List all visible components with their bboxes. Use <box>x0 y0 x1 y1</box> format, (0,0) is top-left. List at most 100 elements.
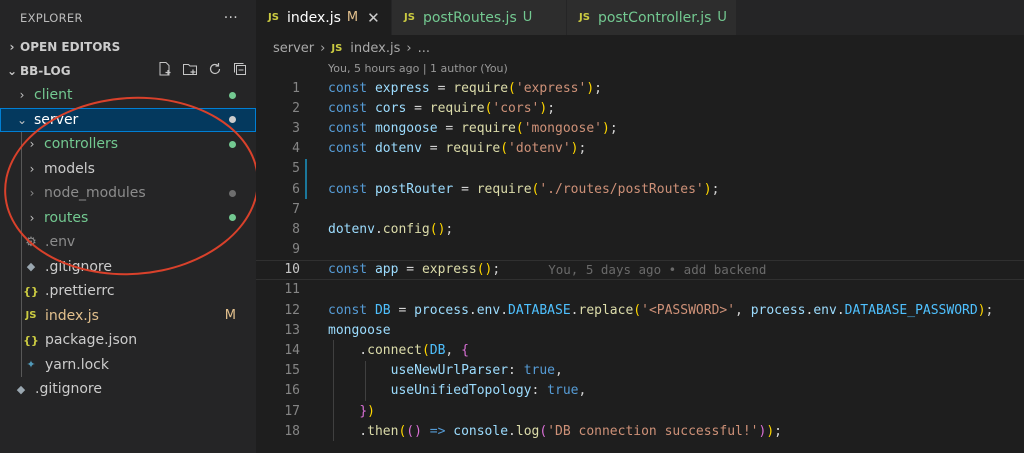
project-section[interactable]: ⌄ BB-LOG <box>0 59 256 83</box>
tree-file-index-js[interactable]: JS index.js M <box>0 303 256 328</box>
code-token: ( <box>500 141 509 157</box>
code-token: . <box>836 302 845 318</box>
code-line[interactable]: 11 <box>256 280 1024 300</box>
tree-file-env[interactable]: ⚙ .env <box>0 230 256 255</box>
code-line[interactable]: 9 <box>256 240 1024 260</box>
indent-guide <box>333 421 334 442</box>
tree-file-root-gitignore[interactable]: ◆ .gitignore <box>0 377 256 402</box>
code-token: ; <box>578 141 587 157</box>
tab-label: postController.js <box>597 9 712 26</box>
new-file-icon[interactable] <box>157 61 173 81</box>
close-icon[interactable]: ✕ <box>367 9 380 27</box>
code-token: ; <box>445 221 454 237</box>
code-line[interactable]: 6 const postRouter = require('./routes/po… <box>256 178 1024 200</box>
tree-file-gitignore[interactable]: ◆ .gitignore <box>0 254 256 279</box>
code-line[interactable]: 16 useUnifiedTopology: true, <box>256 380 1024 401</box>
tree-item-label: controllers <box>44 136 119 153</box>
more-actions-icon[interactable]: ··· <box>224 10 238 26</box>
code-token: true <box>523 363 555 379</box>
code-token: ) <box>977 302 986 318</box>
tab-status: U <box>522 10 533 25</box>
code-token: const <box>328 100 375 116</box>
code-token: require <box>445 141 501 157</box>
tree-file-yarn-lock[interactable]: ✦ yarn.lock <box>0 352 256 377</box>
js-icon: JS <box>331 42 343 54</box>
code-text: const DB = process.env.DATABASE.replace(… <box>328 303 993 318</box>
code-line[interactable]: 17 }) <box>256 401 1024 422</box>
tab-label: index.js <box>286 9 341 26</box>
code-token: useNewUrlParser <box>390 363 509 379</box>
code-text: .connect(DB, { <box>328 343 469 358</box>
indent-guide <box>21 205 22 230</box>
breadcrumb-file[interactable]: index.js <box>350 41 400 56</box>
indent-guide <box>21 352 22 377</box>
code-token: = <box>406 100 430 116</box>
tree-item-label: routes <box>44 209 89 226</box>
code-token: mongoose <box>328 322 391 338</box>
code-line[interactable]: 5 <box>256 158 1024 179</box>
code-token: DB <box>374 302 391 318</box>
code-token: const <box>328 302 375 318</box>
git-status-dot <box>229 214 236 222</box>
file-tree: › client ⌄ server › controllers › models… <box>0 83 256 402</box>
code-line[interactable]: 7 <box>256 199 1024 219</box>
new-folder-icon[interactable] <box>182 61 198 81</box>
code-line[interactable]: 12 const DB = process.env.DATABASE.replac… <box>256 300 1024 320</box>
code-editor[interactable]: 1 const express = require('express'); 2 con… <box>256 78 1024 442</box>
code-line[interactable]: 18 .then(() => console.log('DB connectio… <box>256 421 1024 442</box>
open-editors-section[interactable]: › OPEN EDITORS <box>0 35 256 59</box>
tab-index-js[interactable]: JS index.js M ✕ <box>256 0 392 35</box>
indent-guide <box>333 340 334 361</box>
indent-guide <box>21 181 22 206</box>
code-text: const postRouter = require('./routes/pos… <box>328 182 719 197</box>
tab-post-routes[interactable]: JS postRoutes.js U <box>392 0 567 35</box>
code-text: useUnifiedTopology: true, <box>328 383 587 399</box>
git-status-dot <box>229 140 236 148</box>
code-token: ; <box>492 262 501 278</box>
tree-folder-server[interactable]: ⌄ server <box>0 107 256 132</box>
collapse-all-icon[interactable] <box>232 61 248 81</box>
code-token: useUnifiedTopology <box>390 383 532 399</box>
tree-file-prettierrc[interactable]: {} .prettierrc <box>0 279 256 304</box>
code-token: ) <box>601 120 610 136</box>
breadcrumb-symbols[interactable]: ... <box>418 41 430 56</box>
code-line[interactable]: 15 useNewUrlParser: true, <box>256 360 1024 381</box>
code-token: . <box>500 302 509 318</box>
codelens-blame[interactable]: You, 5 hours ago | 1 author (You) <box>328 62 508 75</box>
code-token: , <box>735 302 751 318</box>
code-line[interactable]: 3 const mongoose = require('mongoose'); <box>256 118 1024 138</box>
code-text: dotenv.config(); <box>328 222 453 237</box>
code-token: ; <box>711 181 720 197</box>
js-icon: JS <box>25 310 37 322</box>
code-line[interactable]: 8 dotenv.config(); <box>256 219 1024 239</box>
line-number: 10 <box>284 262 300 278</box>
tree-folder-controllers[interactable]: › controllers <box>0 132 256 157</box>
tree-folder-routes[interactable]: › routes <box>0 205 256 230</box>
code-line[interactable]: 4 const dotenv = require('dotenv'); <box>256 139 1024 159</box>
tree-folder-client[interactable]: › client <box>0 83 256 108</box>
code-token: . <box>570 302 579 318</box>
code-line[interactable]: 14 .connect(DB, { <box>256 340 1024 361</box>
code-line[interactable]: 10 const app = express(); You, 5 days ago … <box>256 259 1024 280</box>
line-number: 18 <box>284 423 300 439</box>
code-token: const <box>328 262 375 278</box>
code-token: = <box>390 302 415 318</box>
refresh-icon[interactable] <box>207 61 223 81</box>
code-line[interactable]: 13 mongoose <box>256 320 1024 340</box>
code-token: require <box>453 80 509 96</box>
git-change-marker <box>305 178 307 200</box>
tree-file-package-json[interactable]: {} package.json <box>0 328 256 353</box>
code-token: log <box>515 423 540 439</box>
code-line[interactable]: 1 const express = require('express'); <box>256 78 1024 98</box>
tree-folder-node-modules[interactable]: › node_modules <box>0 181 256 206</box>
explorer-actions <box>157 61 248 81</box>
tab-post-controller[interactable]: JS postController.js U <box>567 0 737 35</box>
tree-folder-models[interactable]: › models <box>0 156 256 181</box>
braces-icon: {} <box>23 284 39 298</box>
js-icon: JS <box>404 12 415 23</box>
breadcrumb-folder[interactable]: server <box>273 41 314 56</box>
code-line[interactable]: 2 const cors = require('cors'); <box>256 98 1024 118</box>
code-token: ; <box>609 120 618 136</box>
code-token: ( <box>508 80 516 96</box>
